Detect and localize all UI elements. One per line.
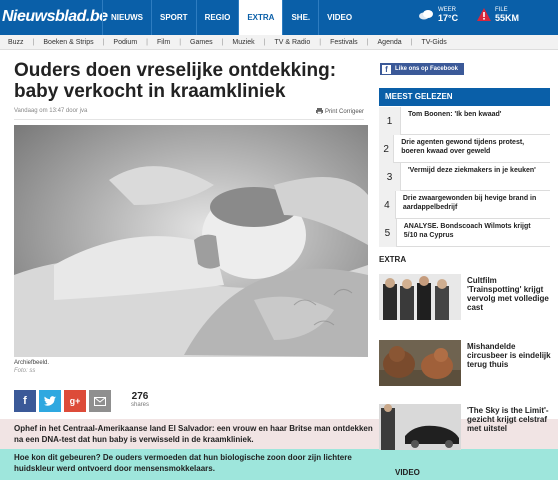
extra-item[interactable]: Mishandelde circusbeer is eindelijk teru… (379, 340, 554, 386)
subnav-boeken[interactable]: Boeken & Strips (43, 39, 93, 46)
bear-thumbnail (379, 340, 461, 386)
photo-credit: Foto: ss (14, 368, 36, 374)
most-read-item[interactable]: 5 ANALYSE. Bondscoach Wilmots krijgt 5/1… (379, 219, 550, 247)
subnav-separator: | (146, 38, 148, 46)
tab-extra[interactable]: EXTRA (238, 0, 283, 35)
facebook-like-label: Like ons op Facebook (395, 66, 459, 72)
googleplus-icon: g+ (69, 396, 81, 406)
correct-link[interactable]: Corrigeer (339, 109, 364, 115)
photo-caption: Archiefbeeld. (14, 360, 50, 366)
most-read-item[interactable]: 4 Drie zwaargewonden bij hevige brand in… (379, 191, 550, 219)
subnav-agenda[interactable]: Agenda (378, 39, 402, 46)
share-count: 276 shares (126, 391, 154, 408)
extra-thumbnail[interactable] (379, 340, 461, 386)
top-navigation: Nieuwsblad.be NIEUWS SPORT REGIO EXTRA S… (0, 0, 558, 35)
video-header: VIDEO (395, 468, 420, 477)
facebook-icon: f (382, 64, 391, 74)
subnav-muziek[interactable]: Muziek (232, 39, 254, 46)
mail-icon (94, 396, 106, 406)
most-read-list: 1 Tom Boonen: 'Ik ben kwaad' 2 Drie agen… (379, 107, 550, 247)
tab-sport[interactable]: SPORT (151, 0, 196, 35)
weather-widget[interactable]: WEER 17°C (418, 6, 459, 23)
most-read-item[interactable]: 3 'Vermijd deze ziekmakers in je keuken' (379, 163, 550, 191)
twitter-share-button[interactable] (39, 390, 61, 412)
tab-she[interactable]: SHE. (282, 0, 318, 35)
twitter-icon (44, 396, 56, 406)
most-read-number: 4 (379, 191, 396, 219)
subnav-festivals[interactable]: Festivals (330, 39, 358, 46)
subnav-separator: | (179, 38, 182, 46)
traffic-value: 55KM (495, 13, 520, 23)
subnav-separator: | (366, 38, 369, 46)
cloud-icon (419, 9, 433, 19)
subnav-podium[interactable]: Podium (113, 39, 137, 46)
share-count-number: 276 (131, 391, 149, 402)
sub-navigation: Buzz | Boeken & Strips | Podium | Film | Gam… (0, 35, 558, 50)
share-buttons: f g+ (14, 390, 114, 412)
traffic-readout: FILE 55KM (495, 6, 520, 23)
article-date: Vandaag om 13:47 door jva (14, 108, 88, 114)
subnav-tv-radio[interactable]: TV & Radio (274, 39, 310, 46)
trainspotting-thumbnail (379, 274, 461, 320)
most-read-item[interactable]: 1 Tom Boonen: 'Ik ben kwaad' (379, 107, 550, 135)
most-read-title[interactable]: Tom Boonen: 'Ik ben kwaad' (401, 107, 505, 134)
extra-thumbnail[interactable] (379, 404, 461, 450)
baby-photo-illustration (14, 125, 368, 357)
most-read-item[interactable]: 2 Drie agenten gewond tijdens protest, b… (379, 135, 550, 163)
article-tools: Print Corrigeer (316, 108, 364, 115)
tab-regio[interactable]: REGIO (195, 0, 239, 35)
most-read-number: 5 (379, 219, 397, 247)
email-share-button[interactable] (89, 390, 111, 412)
article-photo[interactable] (14, 125, 368, 357)
article-intro-continued: Hoe kon dit gebeuren? De ouders vermoede… (14, 453, 352, 473)
subnav-film[interactable]: Film (157, 39, 170, 46)
weather-readout: WEER 17°C (438, 6, 459, 23)
subnav-separator: | (410, 38, 413, 46)
tab-nieuws[interactable]: NIEUWS (102, 0, 151, 35)
most-read-header: MEEST GELEZEN (379, 88, 550, 106)
extra-title[interactable]: 'The Sky is the Limit'-gezicht krijgt ce… (467, 406, 553, 433)
most-read-title[interactable]: 'Vermijd deze ziekmakers in je keuken' (401, 163, 540, 190)
subnav-separator: | (221, 38, 224, 46)
extra-title[interactable]: Mishandelde circusbeer is eindelijk teru… (467, 342, 553, 369)
most-read-title[interactable]: Drie agenten gewond tijdens protest, boe… (394, 135, 550, 162)
subnav-separator: | (319, 38, 322, 46)
car-thumbnail (379, 404, 461, 450)
article-intro: Ophef in het Centraal-Amerikaanse land E… (14, 424, 373, 444)
extra-item[interactable]: Cultfilm 'Trainspotting' krijgt vervolg … (379, 274, 554, 320)
main-tabs: NIEUWS SPORT REGIO EXTRA SHE. VIDEO (102, 0, 360, 35)
subnav-buzz[interactable]: Buzz (8, 39, 24, 46)
print-link[interactable]: Print (325, 109, 337, 115)
most-read-number: 1 (379, 107, 401, 135)
most-read-number: 2 (379, 135, 395, 163)
article-meta: Vandaag om 13:47 door jva Print Corrigee… (14, 108, 364, 120)
subnav-separator: | (263, 38, 266, 46)
extra-thumbnail[interactable] (379, 274, 461, 320)
subnav-tv-gids[interactable]: TV-Gids (421, 39, 446, 46)
facebook-share-button[interactable]: f (14, 390, 36, 412)
print-icon[interactable] (316, 108, 324, 115)
traffic-widget[interactable]: FILE 55KM (477, 6, 520, 23)
subnav-games[interactable]: Games (190, 39, 213, 46)
subnav-separator: | (32, 38, 35, 46)
tab-video[interactable]: VIDEO (318, 0, 360, 35)
facebook-like-button[interactable]: f Like ons op Facebook (380, 63, 464, 75)
site-logo[interactable]: Nieuwsblad.be (2, 4, 108, 30)
most-read-number: 3 (379, 163, 401, 191)
extra-item[interactable]: 'The Sky is the Limit'-gezicht krijgt ce… (379, 404, 554, 450)
share-count-label: shares (130, 402, 149, 408)
most-read-title[interactable]: ANALYSE. Bondscoach Wilmots krijgt 5/10 … (397, 219, 550, 246)
googleplus-share-button[interactable]: g+ (64, 390, 86, 412)
extra-title[interactable]: Cultfilm 'Trainspotting' krijgt vervolg … (467, 276, 553, 312)
weather-value: 17°C (438, 13, 459, 23)
warning-icon (477, 7, 491, 21)
facebook-icon: f (23, 395, 27, 407)
article-headline: Ouders doen vreselijke ontdekking: baby … (14, 60, 337, 102)
subnav-separator: | (102, 38, 105, 46)
extra-header: EXTRA (379, 255, 407, 264)
most-read-title[interactable]: Drie zwaargewonden bij hevige brand in a… (396, 191, 550, 218)
